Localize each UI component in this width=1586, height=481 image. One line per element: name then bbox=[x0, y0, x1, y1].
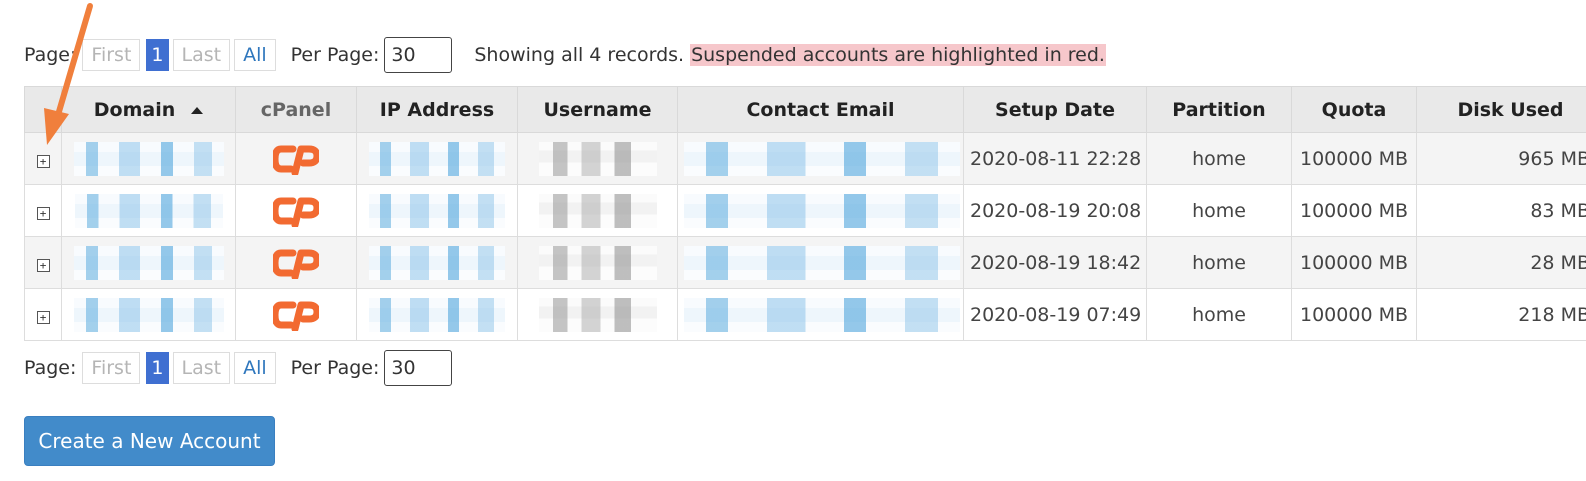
column-header-partition[interactable]: Partition bbox=[1146, 86, 1292, 133]
username-redacted bbox=[538, 297, 657, 332]
expand-row-icon[interactable]: + bbox=[36, 206, 50, 220]
table-row: + 2020-08-19 20:08 home 100000 MB 83 MB bbox=[24, 184, 1586, 237]
cpanel-logo-icon bbox=[273, 197, 319, 227]
domain-link-redacted[interactable] bbox=[74, 193, 223, 228]
table-header-row: Domain cPanel IP Address Username Contac… bbox=[24, 86, 1586, 133]
disk-used-cell: 28 MB bbox=[1416, 236, 1586, 289]
setup-date-cell: 2020-08-19 07:49 bbox=[963, 288, 1147, 341]
sort-ascending-icon bbox=[191, 106, 204, 114]
cpanel-login-link[interactable] bbox=[235, 132, 357, 185]
domain-link-redacted[interactable] bbox=[73, 297, 224, 332]
expand-row-icon[interactable]: + bbox=[36, 310, 50, 324]
username-redacted bbox=[538, 245, 657, 280]
quota-cell: 100000 MB bbox=[1291, 288, 1417, 341]
username-redacted bbox=[538, 193, 657, 228]
per-page-input[interactable] bbox=[384, 37, 453, 73]
cpanel-logo-icon bbox=[273, 145, 319, 175]
ip-address-redacted bbox=[369, 193, 505, 228]
partition-cell: home bbox=[1146, 236, 1292, 289]
table-row: + 2020-08-19 18:42 home 100000 MB 28 MB bbox=[24, 236, 1586, 289]
first-page-button[interactable]: First bbox=[82, 39, 141, 71]
disk-used-cell: 83 MB bbox=[1416, 184, 1586, 237]
page-label: Page: bbox=[24, 357, 77, 379]
domain-link-redacted[interactable] bbox=[73, 141, 224, 176]
column-header-quota[interactable]: Quota bbox=[1291, 86, 1417, 133]
cpanel-logo-icon bbox=[273, 301, 319, 331]
setup-date-cell: 2020-08-19 18:42 bbox=[963, 236, 1147, 289]
partition-cell: home bbox=[1146, 288, 1292, 341]
expand-row-icon[interactable]: + bbox=[36, 258, 50, 272]
cpanel-login-link[interactable] bbox=[235, 288, 357, 341]
current-page-button[interactable]: 1 bbox=[146, 39, 169, 71]
all-pages-button[interactable]: All bbox=[234, 352, 276, 384]
contact-email-redacted[interactable] bbox=[684, 245, 960, 280]
records-count-text: Showing all 4 records. bbox=[474, 44, 685, 66]
suspended-notice: Suspended accounts are highlighted in re… bbox=[690, 44, 1106, 66]
pagination-bottom: Page: First 1 Last All Per Page: bbox=[24, 350, 453, 386]
quota-cell: 100000 MB bbox=[1291, 236, 1417, 289]
column-header-domain[interactable]: Domain bbox=[61, 86, 236, 133]
domain-link-redacted[interactable] bbox=[73, 245, 224, 280]
contact-email-redacted[interactable] bbox=[684, 193, 960, 228]
create-new-account-button[interactable]: Create a New Account bbox=[24, 416, 275, 466]
page-label: Page: bbox=[24, 44, 77, 66]
quota-cell: 100000 MB bbox=[1291, 184, 1417, 237]
disk-used-cell: 218 MB bbox=[1416, 288, 1586, 341]
ip-address-redacted bbox=[369, 297, 505, 332]
partition-cell: home bbox=[1146, 184, 1292, 237]
current-page-button[interactable]: 1 bbox=[146, 352, 169, 384]
ip-address-redacted bbox=[369, 141, 505, 176]
username-redacted bbox=[538, 141, 657, 176]
all-pages-button[interactable]: All bbox=[234, 39, 276, 71]
per-page-label: Per Page: bbox=[290, 44, 380, 66]
setup-date-cell: 2020-08-19 20:08 bbox=[963, 184, 1147, 237]
accounts-table: Domain cPanel IP Address Username Contac… bbox=[24, 86, 1586, 341]
expand-row-icon[interactable]: + bbox=[36, 154, 50, 168]
column-header-contact-email[interactable]: Contact Email bbox=[677, 86, 964, 133]
per-page-label: Per Page: bbox=[290, 357, 380, 379]
ip-address-redacted bbox=[369, 245, 505, 280]
expand-column-header bbox=[24, 86, 62, 133]
table-row: + 2020-08-19 07:49 home 100000 MB 218 MB bbox=[24, 288, 1586, 341]
pagination-top: Page: First 1 Last All Per Page: Showing… bbox=[24, 37, 1106, 73]
quota-cell: 100000 MB bbox=[1291, 132, 1417, 185]
column-header-label: Domain bbox=[93, 98, 176, 121]
column-header-cpanel: cPanel bbox=[235, 86, 357, 133]
cpanel-login-link[interactable] bbox=[235, 236, 357, 289]
disk-used-cell: 965 MB bbox=[1416, 132, 1586, 185]
cpanel-logo-icon bbox=[273, 249, 319, 279]
first-page-button[interactable]: First bbox=[82, 352, 141, 384]
table-row: + 2020-08-11 22:28 home 100000 MB 965 MB bbox=[24, 132, 1586, 185]
column-header-disk-used[interactable]: Disk Used bbox=[1416, 86, 1586, 133]
cpanel-login-link[interactable] bbox=[235, 184, 357, 237]
contact-email-redacted[interactable] bbox=[684, 141, 960, 176]
last-page-button[interactable]: Last bbox=[172, 39, 231, 71]
last-page-button[interactable]: Last bbox=[172, 352, 231, 384]
per-page-input[interactable] bbox=[384, 350, 453, 386]
column-header-ip-address[interactable]: IP Address bbox=[356, 86, 518, 133]
contact-email-redacted[interactable] bbox=[684, 297, 960, 332]
partition-cell: home bbox=[1146, 132, 1292, 185]
setup-date-cell: 2020-08-11 22:28 bbox=[963, 132, 1147, 185]
column-header-username[interactable]: Username bbox=[517, 86, 678, 133]
column-header-setup-date[interactable]: Setup Date bbox=[963, 86, 1147, 133]
